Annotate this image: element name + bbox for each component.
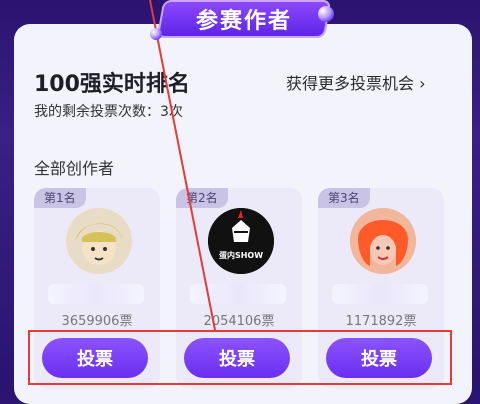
- all-creators-label: 全部创作者: [34, 159, 115, 178]
- anime-avatar-icon: [66, 208, 132, 274]
- unicorn-show-logo-icon: 蛋内SHOW: [208, 208, 274, 274]
- vote-count: 3659906票: [61, 314, 133, 329]
- section-title-banner: 参赛作者: [156, 0, 332, 38]
- ranking-title: 100强实时排名: [34, 72, 190, 97]
- orange-hair-avatar-icon: [350, 208, 416, 274]
- remaining-votes-text: 我的剩余投票次数：3次: [34, 104, 183, 120]
- creator-name-blurred: [48, 284, 144, 304]
- logo-text: 蛋内SHOW: [219, 250, 263, 260]
- creator-name-blurred: [190, 284, 286, 304]
- section-title: 参赛作者: [195, 9, 292, 34]
- decorative-orb-icon: [150, 28, 162, 40]
- decorative-orb-icon: [318, 6, 334, 22]
- rank-badge: 第1名: [34, 188, 86, 208]
- rank-badge: 第3名: [318, 188, 370, 208]
- vote-count: 2054106票: [203, 314, 275, 329]
- rank-badge: 第2名: [176, 188, 228, 208]
- more-votes-link[interactable]: 获得更多投票机会 ›: [286, 70, 426, 94]
- vote-count: 1171892票: [345, 314, 417, 329]
- creator-name-blurred: [332, 284, 428, 304]
- highlight-box: [28, 330, 452, 385]
